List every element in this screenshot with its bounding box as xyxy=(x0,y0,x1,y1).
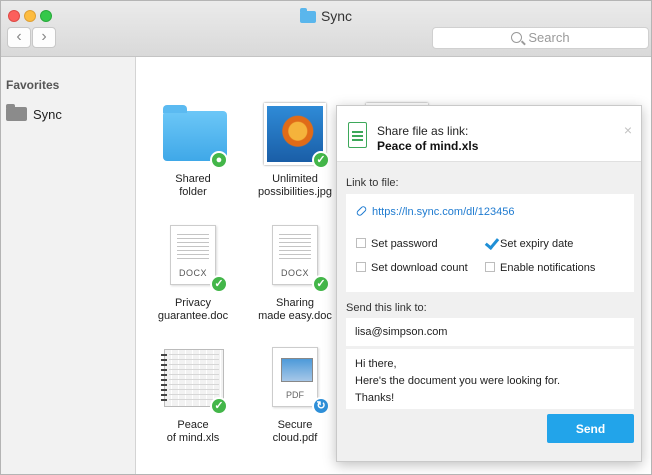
file-item-privacy-guarantee[interactable]: DOCX ✓ Privacy guarantee.doc xyxy=(143,225,243,323)
recipient-email-input[interactable] xyxy=(346,318,634,346)
share-panel-heading: Share file as link: xyxy=(377,124,469,138)
share-panel-header: Share file as link: Peace of mind.xls × xyxy=(337,106,641,162)
link-options-box: https://ln.sync.com/dl/123456 Set passwo… xyxy=(346,194,634,292)
file-item-unlimited-possibilities[interactable]: ✓ Unlimited possibilities.jpg xyxy=(245,101,345,199)
document-icon: DOCX xyxy=(170,225,216,285)
enable-notifications-checkbox[interactable]: Enable notifications xyxy=(485,262,595,274)
user-icon: ● xyxy=(210,151,228,169)
share-link[interactable]: https://ln.sync.com/dl/123456 xyxy=(355,204,514,218)
back-button[interactable]: ‹ xyxy=(7,27,31,48)
check-icon: ✓ xyxy=(210,275,228,293)
spreadsheet-icon xyxy=(348,122,367,148)
finder-window: Sync ‹ › Search Favorites Sync ● Shared f… xyxy=(0,0,652,475)
link-icon xyxy=(355,204,368,218)
sidebar: Favorites Sync xyxy=(1,57,136,474)
shared-file-name: Peace of mind.xls xyxy=(377,139,479,153)
set-password-checkbox[interactable]: Set password xyxy=(356,238,438,250)
file-item-secure-cloud[interactable]: PDF ↻ Secure cloud.pdf xyxy=(245,347,345,445)
folder-icon xyxy=(299,8,316,23)
send-link-to-label: Send this link to: xyxy=(346,302,427,314)
search-icon xyxy=(511,32,523,43)
sidebar-heading: Favorites xyxy=(6,78,60,92)
check-icon: ✓ xyxy=(312,151,330,169)
checkmark-icon xyxy=(485,238,495,248)
pdf-icon: PDF xyxy=(272,347,318,407)
file-item-shared-folder[interactable]: ● Shared folder xyxy=(143,101,243,199)
set-download-count-checkbox[interactable]: Set download count xyxy=(356,262,468,274)
set-expiry-date-checkbox[interactable]: Set expiry date xyxy=(485,238,573,250)
link-to-file-label: Link to file: xyxy=(346,177,399,189)
file-item-sharing-made-easy[interactable]: DOCX ✓ Sharing made easy.doc xyxy=(245,225,345,323)
message-textarea[interactable]: Hi there, Here's the document you were l… xyxy=(346,349,634,409)
check-icon: ✓ xyxy=(312,275,330,293)
search-input[interactable]: Search xyxy=(432,27,649,49)
sync-icon: ↻ xyxy=(312,397,330,415)
file-item-peace-of-mind[interactable]: ✓ Peace of mind.xls xyxy=(143,347,243,445)
title-bar: Sync ‹ › Search xyxy=(1,1,651,57)
forward-button[interactable]: › xyxy=(32,27,56,48)
window-title: Sync xyxy=(1,8,651,24)
document-icon: DOCX xyxy=(272,225,318,285)
close-icon[interactable]: × xyxy=(624,122,632,138)
check-icon: ✓ xyxy=(210,397,228,415)
folder-icon xyxy=(6,104,27,121)
send-button[interactable]: Send xyxy=(547,414,634,443)
sidebar-item-sync[interactable]: Sync xyxy=(6,104,62,122)
share-link-panel: Share file as link: Peace of mind.xls × … xyxy=(336,105,642,462)
